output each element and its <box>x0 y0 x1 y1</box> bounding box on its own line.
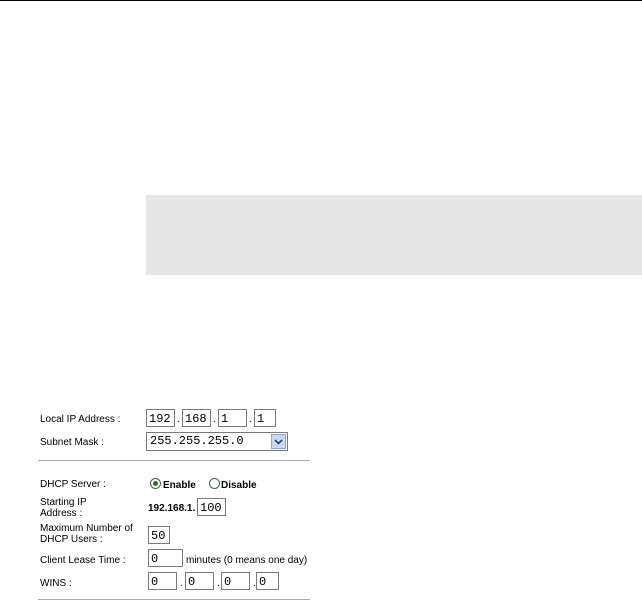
lease-time-input[interactable]: 0 <box>148 549 183 567</box>
max-users-label-line1: Maximum Number of <box>40 523 133 534</box>
local-ip-octet-1[interactable]: 192 <box>146 409 175 427</box>
dhcp-enable-radio[interactable] <box>150 478 161 489</box>
ip-dot: . <box>217 578 220 589</box>
top-rule <box>0 0 642 1</box>
subnet-mask-select[interactable]: 255.255.255.0 <box>146 432 288 451</box>
starting-ip-last-octet[interactable]: 100 <box>197 498 226 516</box>
starting-ip-label-line2: Address : <box>40 508 83 519</box>
wins-octet-4[interactable]: 0 <box>256 572 279 590</box>
dhcp-server-label: DHCP Server : <box>40 479 106 490</box>
local-ip-octet-3[interactable]: 1 <box>218 409 247 427</box>
dhcp-disable-radio[interactable] <box>209 478 220 489</box>
subnet-mask-value: 255.255.255.0 <box>150 434 244 448</box>
lease-time-label: Client Lease Time : <box>40 555 126 566</box>
starting-ip-label-line1: Starting IP <box>40 497 87 508</box>
local-ip-label: Local IP Address : <box>40 414 121 425</box>
ip-dot: . <box>177 414 180 425</box>
section-divider-bottom <box>38 599 310 600</box>
max-users-input[interactable]: 50 <box>148 526 170 544</box>
wins-octet-3[interactable]: 0 <box>221 572 250 590</box>
lease-time-hint: minutes (0 means one day) <box>186 555 308 566</box>
ip-dot: . <box>213 414 216 425</box>
wins-octet-1[interactable]: 0 <box>148 572 177 590</box>
local-ip-octet-2[interactable]: 168 <box>182 409 211 427</box>
dhcp-disable-label: Disable <box>221 480 257 491</box>
wins-label: WINS : <box>40 578 72 589</box>
header-band <box>146 195 642 275</box>
wins-octet-2[interactable]: 0 <box>185 572 214 590</box>
ip-dot: . <box>249 414 252 425</box>
subnet-mask-label: Subnet Mask : <box>40 437 104 448</box>
section-divider <box>38 460 310 461</box>
max-users-label-line2: DHCP Users : <box>40 534 103 545</box>
chevron-down-icon[interactable] <box>271 434 286 449</box>
starting-ip-prefix: 192.168.1. <box>148 503 196 514</box>
dhcp-enable-label: Enable <box>163 480 196 491</box>
ip-dot: . <box>180 578 183 589</box>
local-ip-octet-4[interactable]: 1 <box>254 409 276 427</box>
